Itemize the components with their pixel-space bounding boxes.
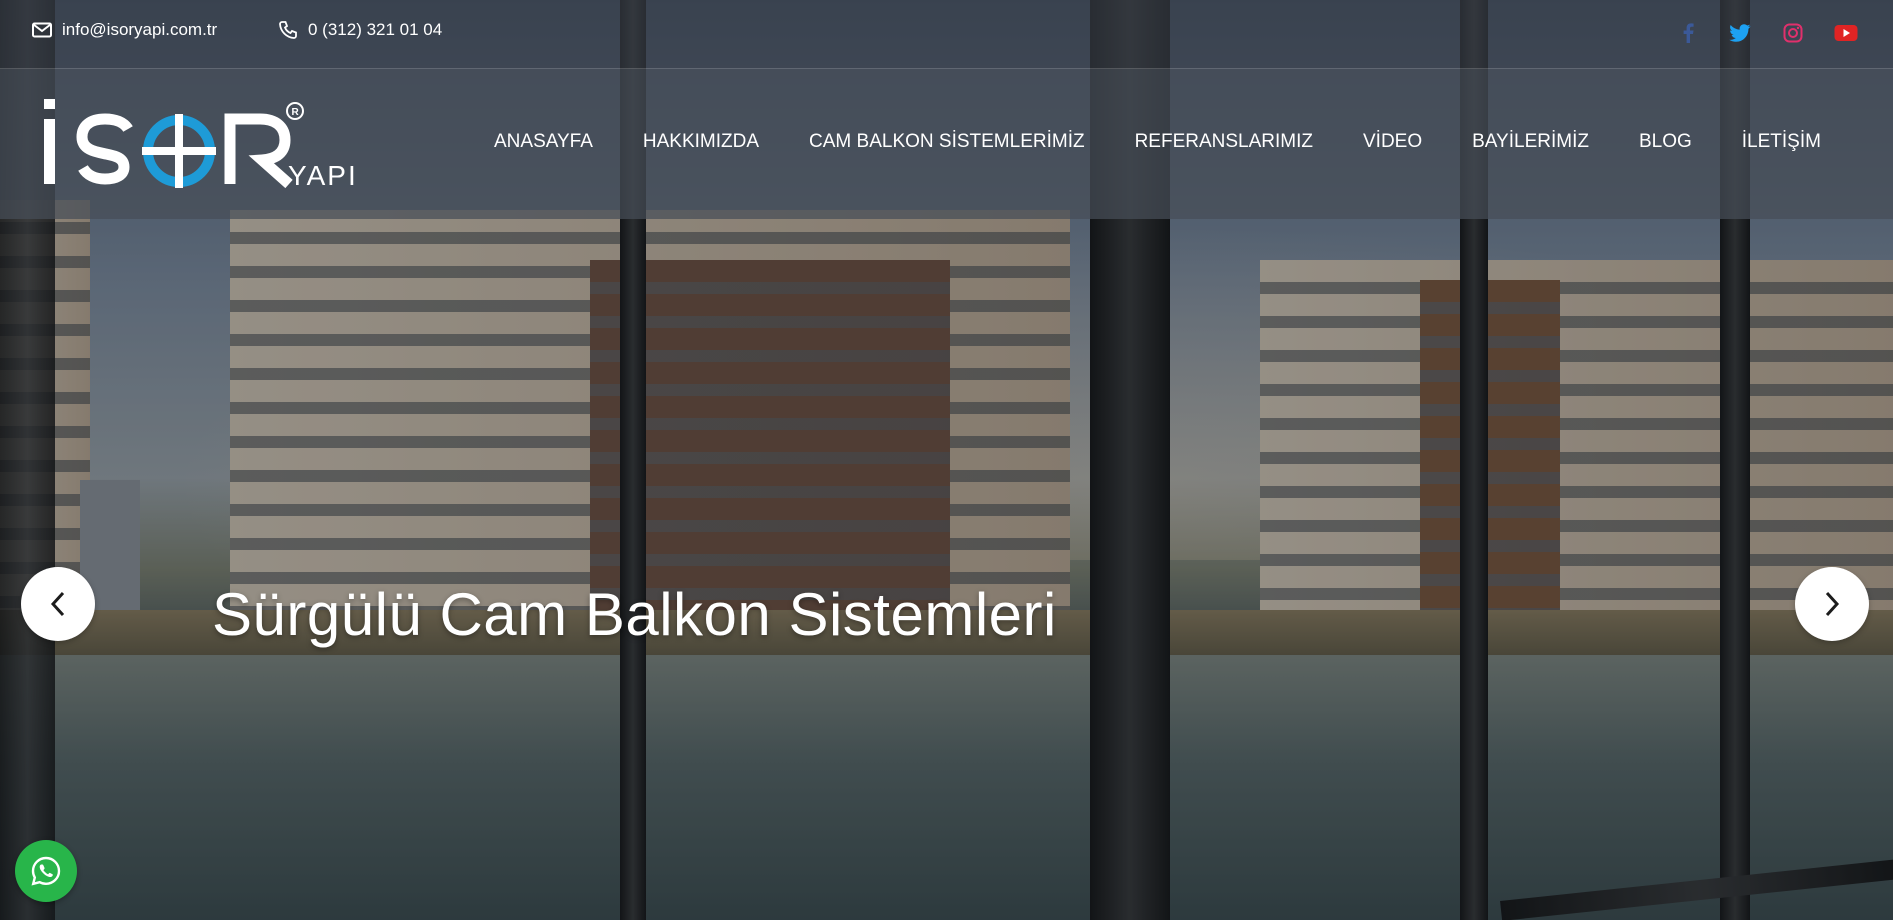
facebook-link[interactable] <box>1675 20 1701 46</box>
instagram-icon <box>1783 23 1803 43</box>
nav-item-blog[interactable]: BLOG <box>1639 131 1692 153</box>
nav-item-iletisim[interactable]: İLETİŞİM <box>1742 131 1821 153</box>
youtube-icon <box>1834 25 1858 41</box>
registered-mark: R <box>292 107 300 118</box>
nav-item-bayilerimiz[interactable]: BAYİLERİMİZ <box>1472 131 1589 153</box>
top-bar: info@isoryapi.com.tr 0 (312) 321 01 04 <box>0 0 1893 69</box>
nav-item-anasayfa[interactable]: ANASAYFA <box>494 131 593 153</box>
main-nav: ANASAYFA HAKKIMIZDA CAM BALKON SİSTEMLER… <box>494 131 1821 153</box>
whatsapp-icon <box>31 856 61 886</box>
isor-yapi-logo-icon: R YAPI <box>44 99 358 191</box>
phone-text: 0 (312) 321 01 04 <box>308 20 443 39</box>
email-text: info@isoryapi.com.tr <box>62 20 218 39</box>
page: info@isoryapi.com.tr 0 (312) 321 01 04 R… <box>0 0 1893 920</box>
slide-title: Sürgülü Cam Balkon Sistemleri <box>212 581 1057 648</box>
twitter-icon <box>1729 24 1751 42</box>
chevron-right-icon <box>1825 591 1840 617</box>
youtube-link[interactable] <box>1833 20 1859 46</box>
nav-item-cam-balkon-sistemlerimiz[interactable]: CAM BALKON SİSTEMLERİMİZ <box>809 131 1085 153</box>
instagram-link[interactable] <box>1780 20 1806 46</box>
envelope-icon <box>32 22 52 38</box>
phone-icon <box>279 21 297 39</box>
nav-item-video[interactable]: VİDEO <box>1363 131 1422 153</box>
nav-item-hakkimizda[interactable]: HAKKIMIZDA <box>643 131 759 153</box>
slider-prev-button[interactable] <box>21 567 95 641</box>
facebook-icon <box>1683 23 1694 43</box>
nav-item-referanslarimiz[interactable]: REFERANSLARIMIZ <box>1135 131 1313 153</box>
site-header: R YAPI ANASAYFA HAKKIMIZDA CAM BALKON Sİ… <box>0 69 1893 219</box>
logo-sub-text: YAPI <box>288 160 358 191</box>
twitter-link[interactable] <box>1727 20 1753 46</box>
email-link[interactable]: info@isoryapi.com.tr <box>32 20 217 40</box>
phone-link[interactable]: 0 (312) 321 01 04 <box>278 20 442 40</box>
chevron-left-icon <box>50 591 65 617</box>
slider-next-button[interactable] <box>1795 567 1869 641</box>
site-logo[interactable]: R YAPI <box>40 99 370 194</box>
whatsapp-button[interactable] <box>15 840 77 902</box>
